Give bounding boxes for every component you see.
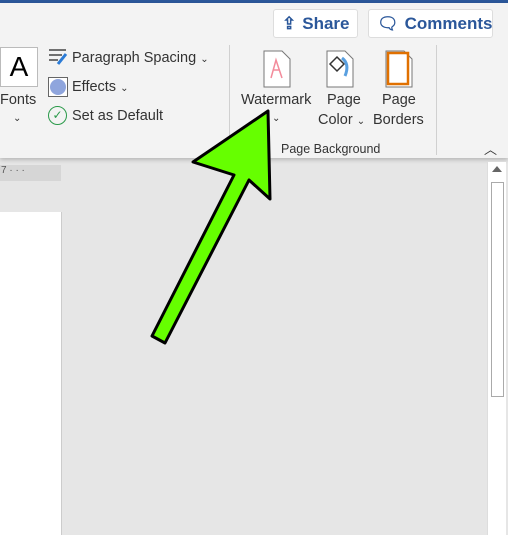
green-arrow-annotation: [150, 109, 272, 345]
